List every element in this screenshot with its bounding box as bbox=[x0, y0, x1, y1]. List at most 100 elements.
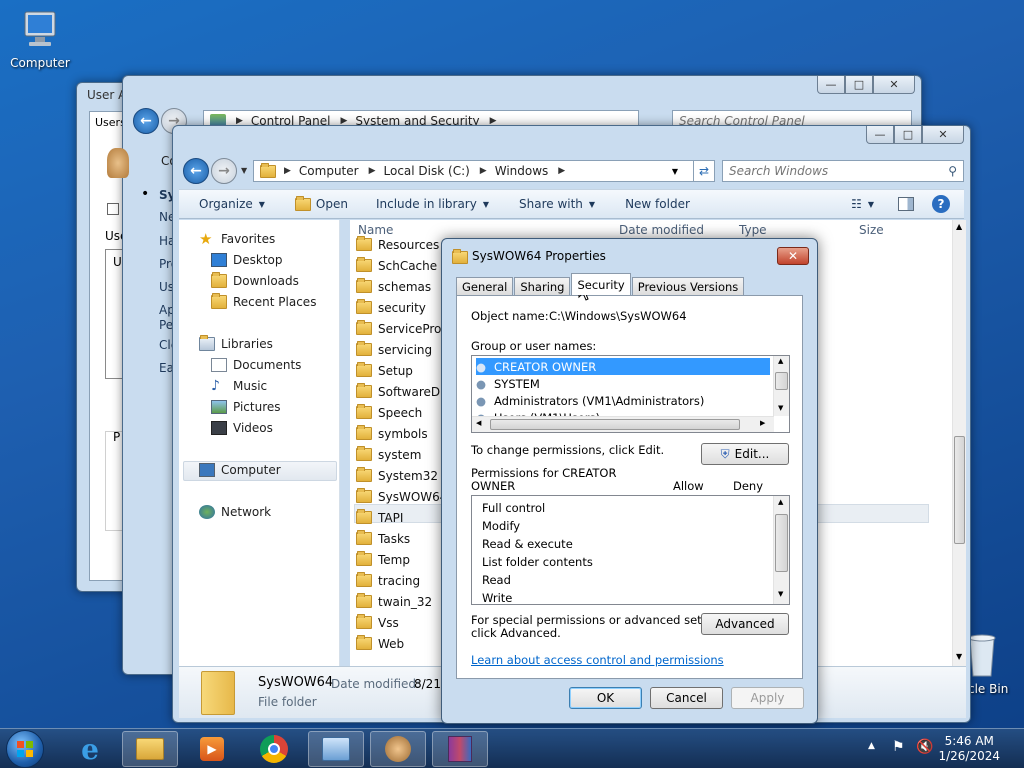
tab-security[interactable]: Security bbox=[571, 273, 631, 295]
taskbar-explorer[interactable] bbox=[122, 731, 178, 767]
taskbar-chrome[interactable] bbox=[246, 731, 302, 767]
explorer-address-bar[interactable]: ▶ Computer ▶ Local Disk (C:) ▶ Windows ▶ bbox=[253, 160, 715, 182]
search-icon[interactable]: ⚲ bbox=[948, 164, 957, 178]
organize-button[interactable]: Organize ▼ bbox=[199, 197, 265, 211]
nav-downloads[interactable]: Downloads bbox=[211, 272, 299, 288]
minimize-button[interactable]: — bbox=[817, 76, 845, 94]
file-row[interactable]: servicing bbox=[350, 339, 432, 360]
nav-documents[interactable]: Documents bbox=[211, 358, 301, 372]
file-row[interactable]: SoftwareDist bbox=[350, 381, 454, 402]
tab-general[interactable]: General bbox=[456, 277, 514, 295]
file-row[interactable]: Web bbox=[350, 633, 404, 654]
file-row[interactable]: Vss bbox=[350, 612, 399, 633]
open-button[interactable]: Open bbox=[294, 195, 348, 211]
file-row[interactable]: SchCache bbox=[350, 255, 437, 276]
file-list-scrollbar[interactable]: ▲ ▼ bbox=[952, 220, 966, 666]
advanced-button[interactable]: Advanced bbox=[701, 613, 789, 635]
file-row[interactable]: System32 bbox=[350, 465, 438, 486]
explorer-search-input[interactable] bbox=[729, 164, 928, 178]
group-row-system[interactable]: ● SYSTEM bbox=[476, 375, 540, 392]
file-row[interactable]: Setup bbox=[350, 360, 413, 381]
explorer-close-button[interactable]: ✕ bbox=[922, 126, 964, 144]
nav-music[interactable]: ♪ Music bbox=[211, 379, 267, 393]
apply-button[interactable]: Apply bbox=[731, 687, 804, 709]
file-row[interactable]: Tasks bbox=[350, 528, 410, 549]
breadcrumb-windows[interactable]: Windows bbox=[495, 164, 549, 178]
group-scroll-left-icon[interactable]: ◀ bbox=[476, 419, 481, 427]
file-row[interactable]: Temp bbox=[350, 549, 410, 570]
address-dropdown-button[interactable]: ▼ bbox=[665, 160, 685, 182]
volume-muted-icon[interactable]: 🔇 bbox=[916, 739, 933, 755]
file-row[interactable]: SysWOW64 bbox=[350, 486, 447, 507]
file-row[interactable]: security bbox=[350, 297, 426, 318]
explorer-back-button[interactable]: ← bbox=[183, 158, 209, 184]
file-row[interactable]: system bbox=[350, 444, 421, 465]
file-row[interactable]: symbols bbox=[350, 423, 428, 444]
permissions-list[interactable]: Full control Modify Read & execute List … bbox=[471, 495, 790, 605]
nav-recent-places[interactable]: Recent Places bbox=[211, 293, 316, 309]
taskbar-winrar[interactable] bbox=[432, 731, 488, 767]
ok-button[interactable]: OK bbox=[569, 687, 642, 709]
view-options-icon[interactable]: ☷ ▼ bbox=[851, 197, 874, 211]
learn-access-control-link[interactable]: Learn about access control and permissio… bbox=[471, 653, 724, 667]
dialog-close-button[interactable]: ✕ bbox=[777, 247, 809, 265]
scroll-down-arrow-icon[interactable]: ▼ bbox=[956, 652, 962, 661]
nav-favorites[interactable]: ★ Favorites bbox=[199, 232, 275, 247]
permissions-scroll-thumb[interactable] bbox=[775, 514, 788, 572]
show-hidden-icons-icon[interactable]: ▲ bbox=[868, 741, 875, 751]
explorer-forward-button[interactable]: → bbox=[211, 158, 237, 184]
group-list[interactable]: ● CREATOR OWNER ● SYSTEM ● Administrators (… bbox=[471, 355, 790, 433]
nav-videos[interactable]: Videos bbox=[211, 421, 273, 435]
tab-previous-versions[interactable]: Previous Versions bbox=[631, 277, 745, 295]
nav-desktop[interactable]: Desktop bbox=[211, 253, 283, 267]
scroll-up-arrow-icon[interactable]: ▲ bbox=[956, 222, 962, 231]
column-type[interactable]: Type bbox=[739, 220, 767, 240]
recent-pages-chevron-icon[interactable]: ▼ bbox=[241, 166, 247, 175]
system-clock[interactable]: 5:46 AM 1/26/2024 bbox=[938, 734, 1000, 764]
taskbar-control-panel[interactable] bbox=[308, 731, 364, 767]
nav-pictures[interactable]: Pictures bbox=[211, 400, 281, 414]
group-scroll-down-icon[interactable]: ▼ bbox=[778, 404, 783, 412]
group-scroll-right-icon[interactable]: ▶ bbox=[760, 419, 765, 427]
nav-network[interactable]: Network bbox=[199, 505, 271, 519]
help-icon[interactable]: ? bbox=[932, 195, 950, 213]
desktop-computer-icon[interactable]: Computer bbox=[0, 8, 80, 70]
explorer-maximize-button[interactable]: □ bbox=[894, 126, 922, 144]
explorer-search[interactable]: ⚲ bbox=[722, 160, 964, 182]
file-row[interactable]: tracing bbox=[350, 570, 420, 591]
start-button[interactable] bbox=[6, 730, 44, 768]
permissions-vscroll[interactable]: ▲ ▼ bbox=[773, 496, 789, 604]
group-list-vscroll[interactable]: ▲ ▼ bbox=[773, 356, 789, 416]
group-list-scroll-thumb[interactable] bbox=[775, 372, 788, 390]
file-row[interactable]: Resources bbox=[350, 234, 439, 255]
taskbar-ie[interactable]: e bbox=[62, 731, 118, 767]
explorer-minimize-button[interactable]: — bbox=[866, 126, 894, 144]
file-row[interactable]: ServiceProfi bbox=[350, 318, 449, 339]
maximize-button[interactable]: □ bbox=[845, 76, 873, 94]
nav-computer[interactable]: Computer bbox=[199, 463, 281, 477]
file-row[interactable]: twain_32 bbox=[350, 591, 432, 612]
file-row[interactable]: Speech bbox=[350, 402, 422, 423]
perm-scroll-up-icon[interactable]: ▲ bbox=[778, 498, 783, 506]
refresh-button[interactable]: ⇄ bbox=[693, 160, 715, 182]
column-date-modified[interactable]: Date modified bbox=[619, 220, 704, 240]
edit-button[interactable]: ⛨ Edit... bbox=[701, 443, 789, 465]
taskbar-media-player[interactable]: ▶ bbox=[184, 731, 240, 767]
include-in-library-button[interactable]: Include in library ▼ bbox=[376, 197, 489, 211]
group-list-hscroll-thumb[interactable] bbox=[490, 419, 740, 430]
user-checkbox[interactable] bbox=[107, 203, 119, 215]
group-list-hscroll[interactable]: ◀ ▶ bbox=[472, 416, 774, 432]
close-button[interactable]: ✕ bbox=[873, 76, 915, 94]
nav-libraries[interactable]: Libraries bbox=[199, 335, 273, 351]
back-button[interactable]: ← bbox=[133, 108, 159, 134]
share-with-button[interactable]: Share with ▼ bbox=[519, 197, 595, 211]
breadcrumb-local-disk[interactable]: Local Disk (C:) bbox=[384, 164, 470, 178]
taskbar-user-accounts[interactable] bbox=[370, 731, 426, 767]
new-folder-button[interactable]: New folder bbox=[625, 197, 690, 211]
properties-dialog[interactable]: SysWOW64 Properties ✕ General Sharing Se… bbox=[441, 238, 818, 724]
group-row-administrators[interactable]: ● Administrators (VM1\Administrators) bbox=[476, 392, 704, 409]
preview-pane-icon[interactable] bbox=[898, 197, 914, 211]
tab-sharing[interactable]: Sharing bbox=[514, 277, 571, 295]
file-list-scroll-thumb[interactable] bbox=[954, 436, 965, 544]
group-row-creator-owner[interactable]: ● CREATOR OWNER bbox=[476, 358, 770, 375]
